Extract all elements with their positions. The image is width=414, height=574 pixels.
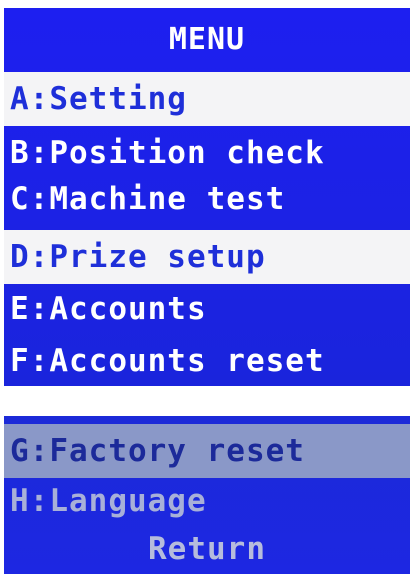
menu-item-prize-setup[interactable]: D:Prize setup — [4, 230, 410, 284]
menu-item-accounts[interactable]: E:Accounts — [4, 282, 410, 336]
menu-screen-bottom: G:Factory reset H:Language Return — [4, 416, 410, 574]
menu-item-factory-reset[interactable]: G:Factory reset — [4, 424, 410, 478]
menu-item-setting[interactable]: A:Setting — [4, 72, 410, 126]
menu-item-machine-test[interactable]: C:Machine test — [4, 172, 410, 226]
menu-screen-top: MENU A:Setting B:Position check C:Machin… — [4, 8, 410, 386]
return-button[interactable]: Return — [4, 522, 410, 574]
menu-item-language[interactable]: H:Language — [4, 474, 410, 528]
menu-item-accounts-reset[interactable]: F:Accounts reset — [4, 334, 410, 386]
menu-title: MENU — [168, 22, 246, 57]
